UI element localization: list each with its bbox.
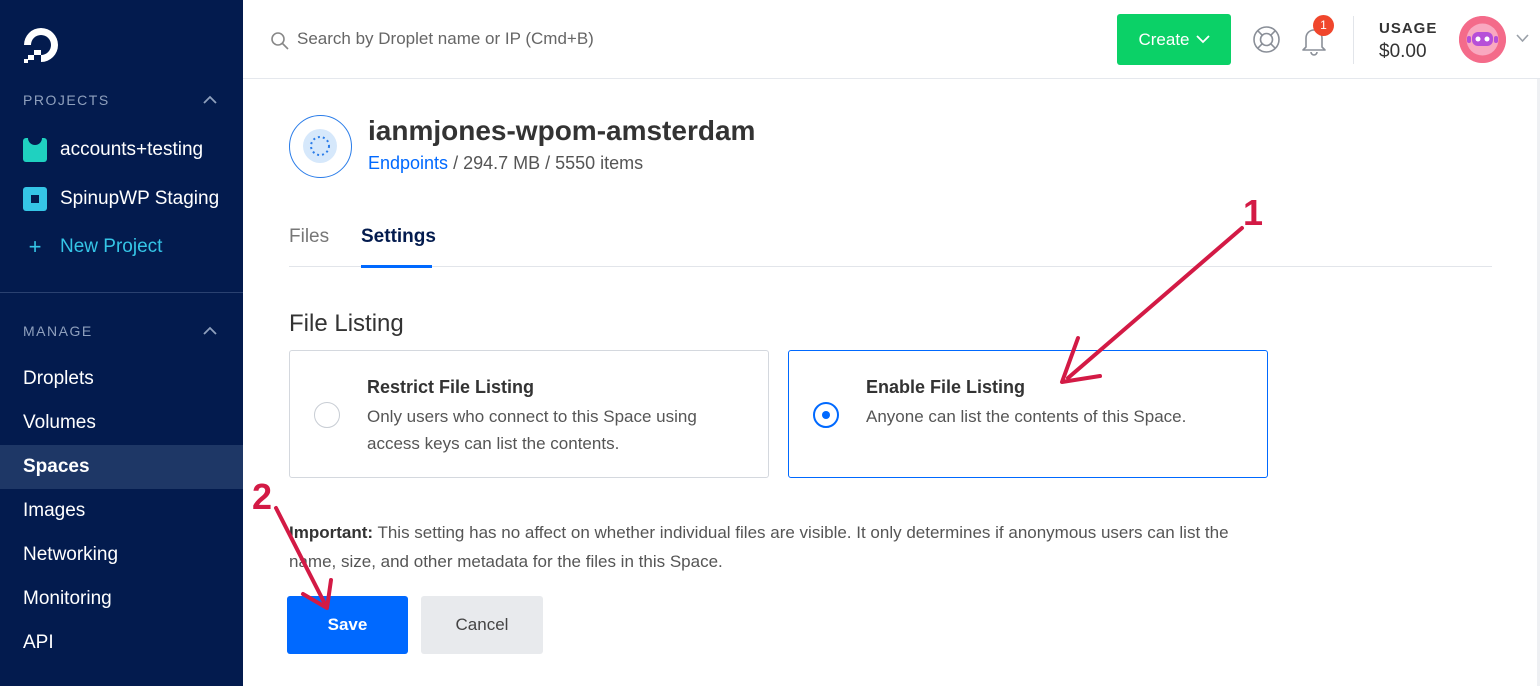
plus-icon: + — [28, 234, 42, 259]
spaces-icon — [289, 115, 352, 178]
important-text: This setting has no affect on whether in… — [289, 523, 1229, 571]
digitalocean-logo[interactable] — [22, 26, 60, 64]
sidebar-item-spaces[interactable]: Spaces — [0, 445, 243, 489]
option-description: Anyone can list the contents of this Spa… — [866, 407, 1187, 426]
space-size-items: / 294.7 MB / 5550 items — [448, 153, 644, 173]
save-button[interactable]: Save — [287, 596, 408, 654]
sidebar-item-monitoring[interactable]: Monitoring — [0, 577, 243, 621]
projects-heading: PROJECTS — [23, 92, 110, 108]
restrict-radio[interactable] — [314, 402, 340, 428]
avatar[interactable] — [1459, 16, 1506, 63]
option-title: Enable File Listing — [866, 377, 1026, 397]
file-listing-title: File Listing — [289, 310, 404, 337]
notification-badge: 1 — [1313, 15, 1334, 36]
support-icon[interactable] — [1252, 25, 1281, 54]
chevron-up-icon[interactable] — [203, 95, 217, 105]
space-name: ianmjones-wpom-amsterdam — [368, 115, 756, 146]
restrict-file-listing-option[interactable]: Restrict File Listing Only users who con… — [289, 350, 769, 478]
search-icon — [271, 32, 289, 50]
cancel-button[interactable]: Cancel — [421, 596, 543, 654]
project-label: accounts+testing — [60, 139, 204, 160]
sidebar-item-volumes[interactable]: Volumes — [0, 401, 243, 445]
create-button[interactable]: Create — [1117, 14, 1231, 65]
chevron-down-icon — [1195, 35, 1210, 44]
enable-radio[interactable] — [813, 402, 839, 428]
usage-label: USAGE — [1379, 20, 1438, 37]
sidebar-item-api[interactable]: API — [0, 621, 243, 665]
sidebar-project-accounts-testing[interactable]: accounts+testing — [23, 137, 204, 162]
tab-settings[interactable]: Settings — [361, 226, 436, 248]
chevron-down-icon[interactable] — [1516, 34, 1529, 43]
important-note: Important: This setting has no affect on… — [289, 518, 1269, 576]
new-project-link[interactable]: + New Project — [23, 234, 163, 260]
new-project-label: New Project — [60, 236, 163, 257]
sidebar-divider — [0, 292, 243, 293]
project-label: SpinupWP Staging — [60, 188, 220, 209]
project-icon — [23, 187, 47, 211]
manage-heading: MANAGE — [23, 323, 93, 339]
annotation-step-2: 2 — [252, 476, 273, 517]
usage-value: $0.00 — [1379, 41, 1427, 62]
sidebar-project-spinupwp-staging[interactable]: SpinupWP Staging — [23, 187, 219, 211]
endpoints-link[interactable]: Endpoints — [368, 153, 448, 173]
option-description: Only users who connect to this Space usi… — [367, 407, 697, 453]
enable-file-listing-option[interactable]: Enable File Listing Anyone can list the … — [788, 350, 1268, 478]
sidebar-item-networking[interactable]: Networking — [0, 533, 243, 577]
sidebar-item-droplets[interactable]: Droplets — [0, 357, 243, 401]
search-input[interactable] — [297, 26, 717, 52]
create-label: Create — [1138, 29, 1190, 49]
important-label: Important: — [289, 523, 374, 542]
topbar-separator — [1353, 16, 1354, 64]
tabs-divider — [289, 266, 1492, 267]
chevron-up-icon[interactable] — [203, 326, 217, 336]
option-title: Restrict File Listing — [367, 377, 535, 397]
tab-files[interactable]: Files — [289, 226, 329, 248]
annotation-step-1: 1 — [1243, 192, 1264, 233]
space-meta: Endpoints / 294.7 MB / 5550 items — [368, 153, 643, 174]
sidebar: PROJECTS accounts+testing SpinupWP Stagi… — [0, 0, 243, 686]
project-icon — [23, 137, 47, 162]
sidebar-item-images[interactable]: Images — [0, 489, 243, 533]
active-tab-indicator — [361, 265, 432, 268]
